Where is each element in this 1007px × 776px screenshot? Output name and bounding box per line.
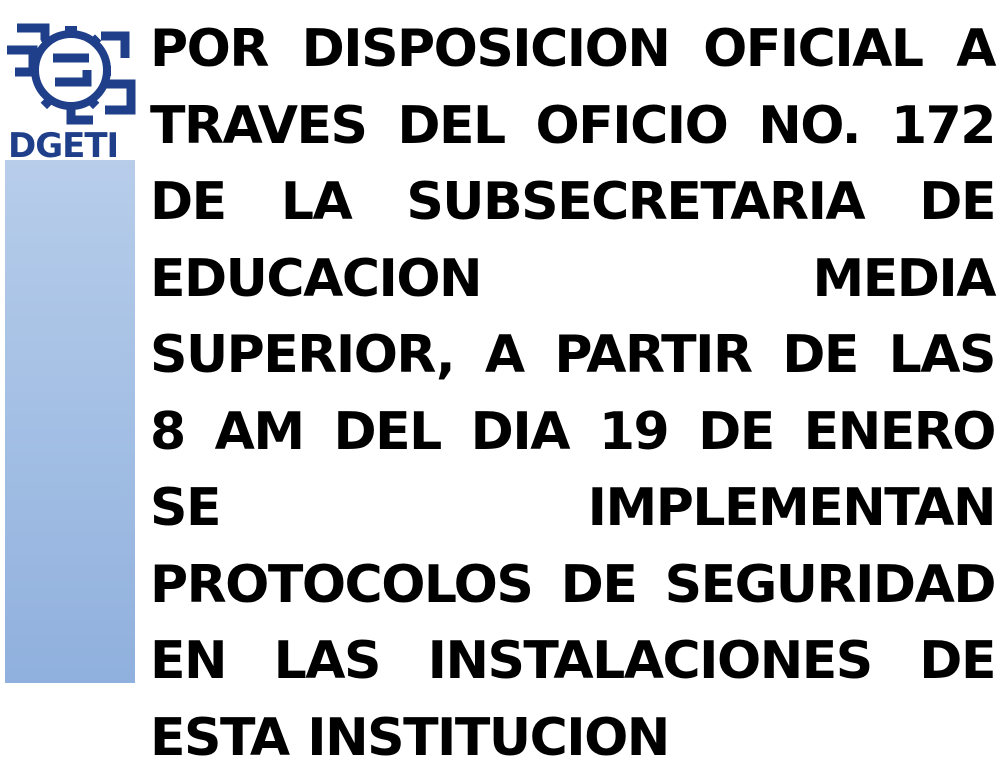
dgeti-gear-logo-icon xyxy=(7,23,136,125)
official-notice-text: POR DISPOSICION OFICIAL A TRAVES DEL OFI… xyxy=(150,19,997,768)
logo-wordmark: DGETI xyxy=(8,126,119,166)
side-accent-bar xyxy=(5,160,135,683)
dgeti-logo: DGETI xyxy=(5,10,137,164)
